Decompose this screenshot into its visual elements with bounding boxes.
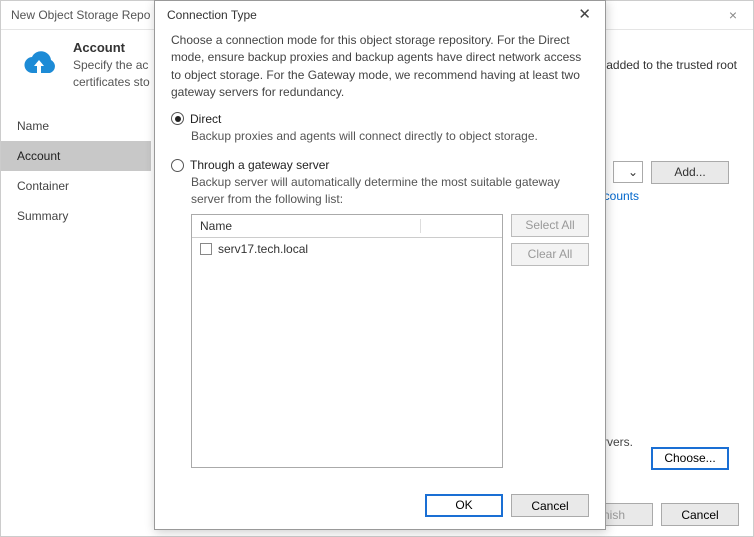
dialog-description: Choose a connection mode for this object… [171,32,589,102]
list-body: serv17.tech.local [192,238,502,467]
select-all-button: Select All [511,214,589,237]
clear-all-button: Clear All [511,243,589,266]
list-header-blank [421,219,494,233]
close-icon[interactable]: × [723,7,743,23]
radio-icon [171,159,184,172]
wizard-header-desc: Specify the ac certificates sto [73,57,150,91]
choose-button[interactable]: Choose... [651,447,729,470]
wizard-header-title: Account [73,40,150,55]
cancel-button[interactable]: Cancel [511,494,589,517]
dialog-titlebar: Connection Type ✕ [155,1,605,28]
credentials-dropdown[interactable]: ⌄ [613,161,643,183]
radio-gateway[interactable]: Through a gateway server [171,158,589,172]
list-item[interactable]: serv17.tech.local [192,240,502,258]
connection-type-dialog: Connection Type ✕ Choose a connection mo… [154,0,606,530]
checkbox[interactable] [200,243,212,255]
radio-gateway-desc: Backup server will automatically determi… [191,174,589,208]
list-header: Name [192,215,502,238]
radio-direct-label: Direct [190,112,221,126]
wizard-nav: Name Account Container Summary [1,101,151,516]
nav-item-summary[interactable]: Summary [1,201,151,231]
list-item-label: serv17.tech.local [218,242,308,256]
chevron-down-icon: ⌄ [628,165,638,179]
cloud-upload-icon [17,40,61,84]
cancel-button[interactable]: Cancel [661,503,739,526]
radio-group-direct: Direct Backup proxies and agents will co… [171,112,589,151]
list-side-buttons: Select All Clear All [511,214,589,468]
gateway-server-list: Name serv17.tech.local [191,214,503,468]
ok-button[interactable]: OK [425,494,503,517]
nav-item-account[interactable]: Account [1,141,151,171]
dialog-title: Connection Type [167,8,257,22]
radio-direct-desc: Backup proxies and agents will connect d… [191,128,589,145]
add-button[interactable]: Add... [651,161,729,184]
nav-item-container[interactable]: Container [1,171,151,201]
close-icon[interactable]: ✕ [574,7,595,22]
wizard-header-text: Account Specify the ac certificates sto [73,40,150,91]
dialog-content: Choose a connection mode for this object… [155,28,605,484]
gateway-list-area: Name serv17.tech.local Select All Clear … [191,214,589,468]
wizard-header-tail: added to the trusted root [606,40,737,72]
radio-gateway-label: Through a gateway server [190,158,329,172]
radio-icon [171,112,184,125]
radio-group-gateway: Through a gateway server Backup server w… [171,158,589,468]
dialog-footer: OK Cancel [155,484,605,529]
wizard-title: New Object Storage Repo [11,8,150,22]
nav-item-name[interactable]: Name [1,111,151,141]
list-header-name[interactable]: Name [200,219,421,233]
radio-direct[interactable]: Direct [171,112,589,126]
